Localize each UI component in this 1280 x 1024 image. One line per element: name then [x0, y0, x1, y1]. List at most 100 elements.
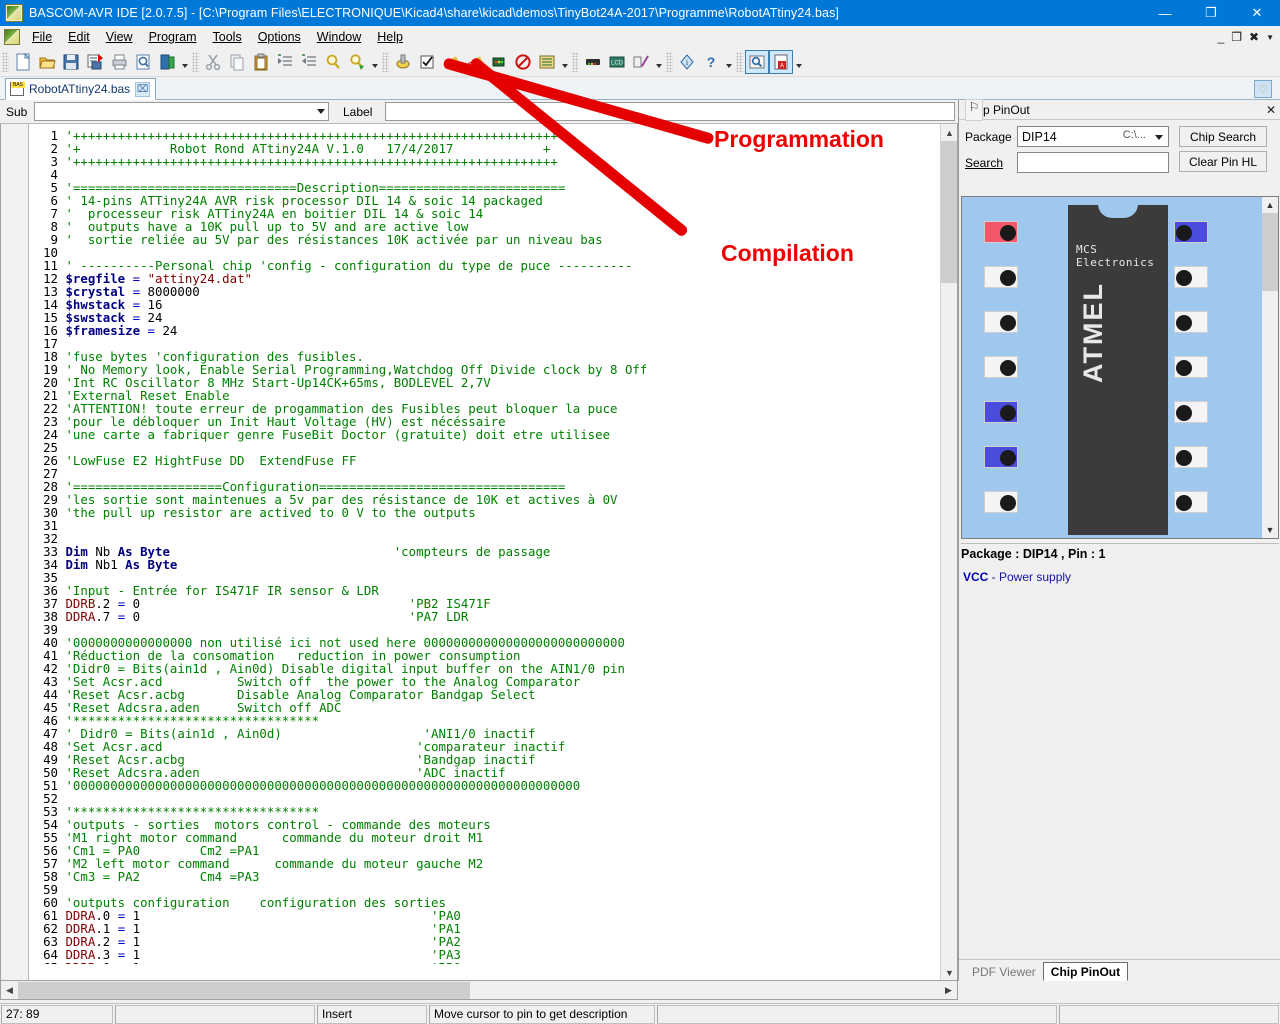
sub-combobox[interactable]: [34, 102, 329, 121]
chip-diagram[interactable]: MCS Electronics ATMEL ▲ ▼: [961, 196, 1279, 539]
menu-options[interactable]: Options: [250, 27, 309, 47]
cut-icon[interactable]: [201, 50, 225, 74]
chip-pin-5[interactable]: [984, 401, 1018, 423]
toolbar-grip-program[interactable]: [382, 52, 389, 72]
chip-pin-3[interactable]: [984, 311, 1018, 333]
toolbar-grip-tools[interactable]: [572, 52, 579, 72]
package-combobox[interactable]: DIP14 C:\...: [1017, 126, 1169, 147]
menu-file[interactable]: File: [24, 27, 60, 47]
toolbar-grip-view[interactable]: [736, 52, 743, 72]
menu-window[interactable]: Window: [309, 27, 369, 47]
help-icon[interactable]: ?: [699, 50, 723, 74]
menu-tools[interactable]: Tools: [205, 27, 250, 47]
lcd-designer-icon[interactable]: LCD: [605, 50, 629, 74]
chip-pin-6[interactable]: [984, 446, 1018, 468]
toolbar-grip-help[interactable]: [666, 52, 673, 72]
menu-edit[interactable]: Edit: [60, 27, 98, 47]
program-toolbar-dropdown-icon[interactable]: [559, 51, 570, 73]
about-icon[interactable]: i: [675, 50, 699, 74]
tab-close-icon[interactable]: ⌧: [135, 81, 151, 97]
outdent-icon[interactable]: [297, 50, 321, 74]
chip-pin-12[interactable]: [1174, 311, 1208, 333]
tools-toolbar-dropdown-icon[interactable]: [653, 51, 664, 73]
view-toolbar-dropdown-icon[interactable]: [793, 51, 804, 73]
chip-scroll-up-icon[interactable]: ▲: [1262, 197, 1278, 213]
print-icon[interactable]: [107, 50, 131, 74]
close-button[interactable]: ✕: [1234, 0, 1280, 26]
chip-pin-4[interactable]: [984, 356, 1018, 378]
print-preview-icon[interactable]: [131, 50, 155, 74]
find-next-icon[interactable]: [345, 50, 369, 74]
pin-description-text: - Power supply: [988, 570, 1072, 584]
stop-icon[interactable]: [511, 50, 535, 74]
maximize-button[interactable]: ❐: [1188, 0, 1234, 26]
exit-icon[interactable]: [155, 50, 179, 74]
hardware-sim-icon[interactable]: [581, 50, 605, 74]
copy-icon[interactable]: [225, 50, 249, 74]
dock-buttons: Chip Search Clear Pin HL: [1179, 126, 1267, 178]
indent-icon[interactable]: [273, 50, 297, 74]
toolbar-grip-edit[interactable]: [192, 52, 199, 72]
chip-pin-1[interactable]: [984, 221, 1018, 243]
menu-help[interactable]: Help: [369, 27, 411, 47]
tab-chip-pinout[interactable]: Chip PinOut: [1042, 962, 1129, 981]
toolbar-grip-file[interactable]: [2, 52, 9, 72]
editor-vertical-scrollbar[interactable]: ▲ ▼: [940, 124, 957, 980]
paste-icon[interactable]: [249, 50, 273, 74]
search-input[interactable]: [1017, 152, 1169, 173]
mdi-close-icon[interactable]: ✖: [1249, 30, 1259, 44]
minimize-button[interactable]: —: [1142, 0, 1188, 26]
chip-vertical-scrollbar[interactable]: ▲ ▼: [1262, 197, 1278, 538]
chip-pin-8[interactable]: [1174, 491, 1208, 513]
chip-pinout-icon[interactable]: [745, 50, 769, 74]
editor-vscroll-thumb[interactable]: [941, 141, 957, 283]
label-input[interactable]: [385, 102, 955, 121]
help-toolbar-dropdown-icon[interactable]: [723, 51, 734, 73]
dock-tab-strip: PDF Viewer Chip PinOut: [959, 959, 1280, 981]
mdi-restore-icon[interactable]: ❐: [1231, 30, 1242, 44]
compile-icon[interactable]: [391, 50, 415, 74]
chip-vscroll-thumb[interactable]: [1262, 213, 1278, 291]
chip-pin-2[interactable]: [984, 266, 1018, 288]
open-file-icon[interactable]: [35, 50, 59, 74]
save-file-icon[interactable]: [59, 50, 83, 74]
mdi-more-icon[interactable]: ▼: [1266, 33, 1274, 42]
editor-hscroll-thumb[interactable]: [18, 981, 470, 999]
scroll-down-icon[interactable]: ▼: [941, 964, 957, 980]
chip-search-button[interactable]: Chip Search: [1179, 126, 1267, 147]
chip-pin-10[interactable]: [1174, 401, 1208, 423]
find-icon[interactable]: [321, 50, 345, 74]
menu-view[interactable]: View: [98, 27, 141, 47]
clear-pin-hl-button[interactable]: Clear Pin HL: [1179, 151, 1267, 172]
tab-pdf-viewer[interactable]: PDF Viewer: [965, 962, 1043, 981]
new-file-icon[interactable]: [11, 50, 35, 74]
save-as-file-icon[interactable]: [83, 50, 107, 74]
scroll-right-icon[interactable]: ▶: [940, 982, 957, 999]
pdf-viewer-icon[interactable]: A: [769, 50, 793, 74]
syntax-check-icon[interactable]: [415, 50, 439, 74]
dock-close-icon[interactable]: ✕: [1262, 103, 1280, 117]
scroll-left-icon[interactable]: ◀: [1, 982, 18, 999]
chip-scroll-down-icon[interactable]: ▼: [1262, 522, 1278, 538]
chip-pin-13[interactable]: [1174, 266, 1208, 288]
chip-pin-9[interactable]: [1174, 446, 1208, 468]
scroll-up-icon[interactable]: ▲: [941, 124, 957, 141]
mdi-minimize-icon[interactable]: _: [1218, 30, 1225, 44]
pin-description: VCC - Power supply: [963, 570, 1071, 584]
file-toolbar-dropdown-icon[interactable]: [179, 51, 190, 73]
code-line: 30 'the pull up resistor are actived to …: [30, 506, 910, 519]
tab-robot-attiny24-bas[interactable]: RobotATtiny24.bas ⌧: [5, 78, 157, 100]
menu-program[interactable]: Program: [141, 27, 205, 47]
edit-toolbar-dropdown-icon[interactable]: [369, 51, 380, 73]
pin-panel-icon[interactable]: ⚐: [965, 98, 983, 121]
hscroll-track[interactable]: [18, 981, 940, 999]
code-token: .0: [95, 960, 117, 964]
chip-pin-14[interactable]: [1174, 221, 1208, 243]
terminal-icon[interactable]: [535, 50, 559, 74]
favorite-icon[interactable]: ♡: [1254, 80, 1272, 98]
editor-horizontal-scrollbar[interactable]: ◀ ▶: [0, 981, 958, 1000]
graphic-converter-icon[interactable]: [629, 50, 653, 74]
chip-pin-7[interactable]: [984, 491, 1018, 513]
chip-pin-11[interactable]: [1174, 356, 1208, 378]
